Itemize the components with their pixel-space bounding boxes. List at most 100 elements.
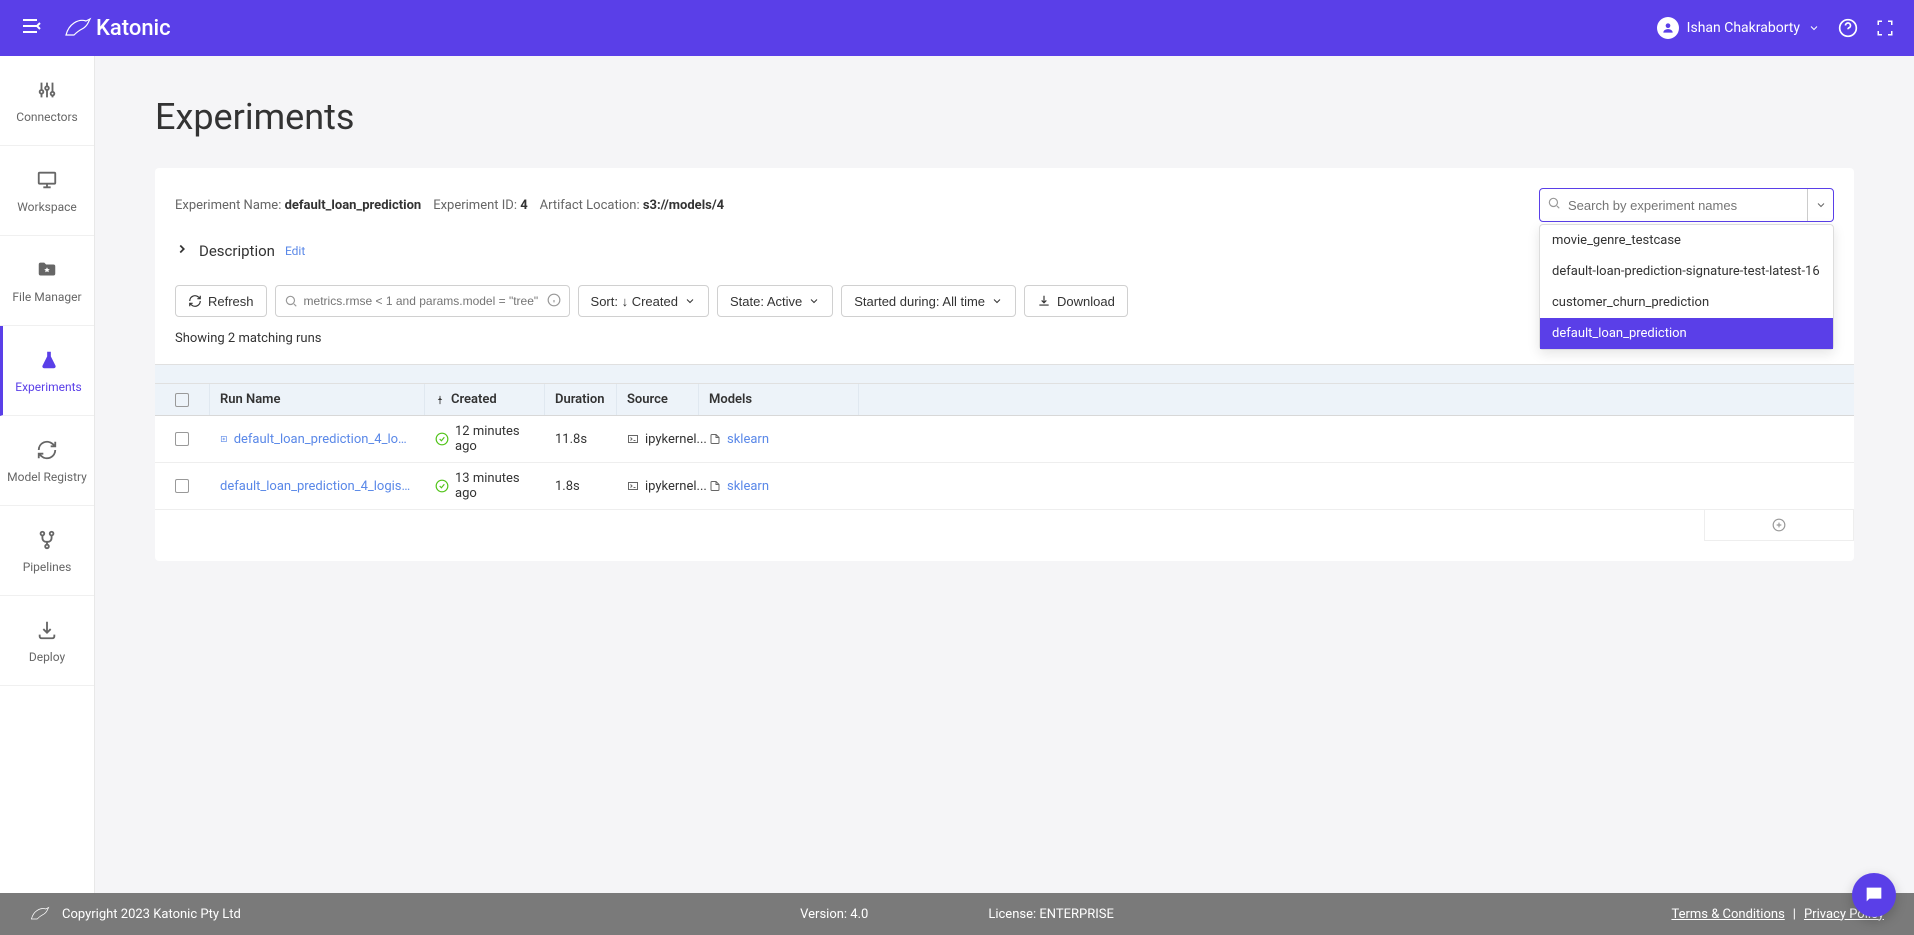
row-run-name: default_loan_prediction_4_logistic_regre… <box>210 471 425 502</box>
dropdown-item[interactable]: default-loan-prediction-signature-test-l… <box>1540 256 1833 287</box>
kangaroo-icon <box>64 17 92 39</box>
sidebar-label: Model Registry <box>7 470 87 484</box>
sidebar-item-connectors[interactable]: Connectors <box>0 56 94 146</box>
table-row: default_loan_prediction_4_logistic_regre… <box>155 463 1854 510</box>
started-button[interactable]: Started during: All time <box>841 285 1016 317</box>
user-avatar-icon <box>1657 17 1679 39</box>
exp-name: Experiment Name: default_loan_prediction <box>175 198 421 213</box>
row-models: sklearn <box>699 424 859 455</box>
check-circle-icon <box>435 479 449 493</box>
sidebar-label: Experiments <box>15 380 82 394</box>
exp-id: Experiment ID: 4 <box>433 198 527 213</box>
sidebar-item-deploy[interactable]: Deploy <box>0 596 94 686</box>
sidebar-label: Connectors <box>16 110 77 124</box>
experiments-panel: Experiment Name: default_loan_prediction… <box>155 168 1854 561</box>
user-name: Ishan Chakraborty <box>1687 20 1800 36</box>
search-input[interactable] <box>1540 198 1807 213</box>
artifact-location: Artifact Location: s3://models/4 <box>540 198 724 213</box>
sidebar-label: File Manager <box>12 290 81 304</box>
footer: Copyright 2023 Katonic Pty Ltd Version: … <box>0 893 1914 935</box>
file-icon <box>709 433 721 445</box>
row-duration: 1.8s <box>545 471 617 502</box>
run-link[interactable]: default_loan_prediction_4_logistic_regre… <box>234 432 414 447</box>
sidebar-label: Deploy <box>29 650 65 664</box>
load-more-button[interactable] <box>1704 510 1854 541</box>
search-icon <box>1547 196 1561 214</box>
row-checkbox[interactable] <box>155 424 210 454</box>
state-button[interactable]: State: Active <box>717 285 833 317</box>
chevron-down-icon <box>684 295 696 307</box>
header-checkbox[interactable] <box>155 384 210 415</box>
footer-left: Copyright 2023 Katonic Pty Ltd <box>30 904 241 924</box>
pin-icon <box>435 395 445 405</box>
dropdown-item[interactable]: customer_churn_prediction <box>1540 287 1833 318</box>
meta-row: Experiment Name: default_loan_prediction… <box>155 188 1854 222</box>
terminal-icon <box>627 480 639 492</box>
copyright-text: Copyright 2023 Katonic Pty Ltd <box>62 907 241 922</box>
header-source[interactable]: Source <box>617 384 699 415</box>
table-row: default_loan_prediction_4_logistic_regre… <box>155 416 1854 463</box>
chevron-down-icon <box>1808 22 1820 34</box>
description-label: Description <box>199 242 275 260</box>
git-branch-icon <box>35 528 59 552</box>
header-right: Ishan Chakraborty <box>1657 17 1894 39</box>
metrics-input[interactable] <box>304 294 561 308</box>
model-link[interactable]: sklearn <box>727 479 769 494</box>
header-models[interactable]: Models <box>699 384 859 415</box>
metrics-filter[interactable] <box>275 285 570 317</box>
fullscreen-icon[interactable] <box>1876 19 1894 37</box>
sidebar-label: Pipelines <box>23 560 72 574</box>
info-icon[interactable] <box>547 292 561 311</box>
menu-toggle-icon[interactable] <box>20 14 44 42</box>
sidebar-item-model-registry[interactable]: Model Registry <box>0 416 94 506</box>
license-text: License: ENTERPRISE <box>988 907 1114 922</box>
plus-circle-icon <box>1772 518 1786 532</box>
footer-right: Terms & Conditions | Privacy Policy <box>1671 907 1884 922</box>
page-title: Experiments <box>155 96 1854 138</box>
sidebar-item-file-manager[interactable]: File Manager <box>0 236 94 326</box>
plus-box-icon[interactable] <box>220 434 228 444</box>
header-spacer <box>859 384 1854 415</box>
check-circle-icon <box>435 432 449 446</box>
search-wrapper: movie_genre_testcase default-loan-predic… <box>1539 188 1834 222</box>
row-duration: 11.8s <box>545 424 617 455</box>
refresh-icon <box>35 438 59 462</box>
header-duration[interactable]: Duration <box>545 384 617 415</box>
row-source: ipykernel... <box>617 471 699 502</box>
refresh-button[interactable]: Refresh <box>175 285 267 317</box>
refresh-icon <box>188 294 202 308</box>
flask-icon <box>37 348 61 372</box>
sidebar-item-pipelines[interactable]: Pipelines <box>0 506 94 596</box>
sidebar-item-workspace[interactable]: Workspace <box>0 146 94 236</box>
sort-button[interactable]: Sort: ↓ Created <box>578 285 709 317</box>
dropdown-item-selected[interactable]: default_loan_prediction <box>1540 318 1833 349</box>
edit-description-link[interactable]: Edit <box>285 244 305 258</box>
table-header-spacer <box>155 364 1854 384</box>
expand-description-icon[interactable] <box>175 242 189 260</box>
file-icon <box>709 480 721 492</box>
row-created: 13 minutes ago <box>425 463 545 509</box>
terms-link[interactable]: Terms & Conditions <box>1671 907 1784 922</box>
sliders-icon <box>35 78 59 102</box>
search-dropdown-toggle[interactable] <box>1807 189 1833 221</box>
main-layout: Connectors Workspace File Manager Experi… <box>0 56 1914 893</box>
sidebar: Connectors Workspace File Manager Experi… <box>0 56 95 893</box>
row-checkbox[interactable] <box>155 471 210 501</box>
header-run-name[interactable]: Run Name <box>210 384 425 415</box>
load-more-row <box>155 510 1854 541</box>
help-icon[interactable] <box>1838 18 1858 38</box>
chat-widget-icon[interactable] <box>1852 873 1896 917</box>
sidebar-item-experiments[interactable]: Experiments <box>0 326 94 416</box>
header-created[interactable]: Created <box>425 384 545 415</box>
brand-logo[interactable]: Katonic <box>64 16 171 41</box>
sidebar-label: Workspace <box>17 200 77 214</box>
download-button[interactable]: Download <box>1024 285 1128 317</box>
terminal-icon <box>627 433 639 445</box>
run-link[interactable]: default_loan_prediction_4_logistic_regre… <box>220 479 414 494</box>
chevron-down-icon <box>808 295 820 307</box>
download-icon <box>1037 294 1051 308</box>
user-profile-menu[interactable]: Ishan Chakraborty <box>1657 17 1820 39</box>
model-link[interactable]: sklearn <box>727 432 769 447</box>
folder-star-icon <box>35 258 59 282</box>
dropdown-item[interactable]: movie_genre_testcase <box>1540 225 1833 256</box>
